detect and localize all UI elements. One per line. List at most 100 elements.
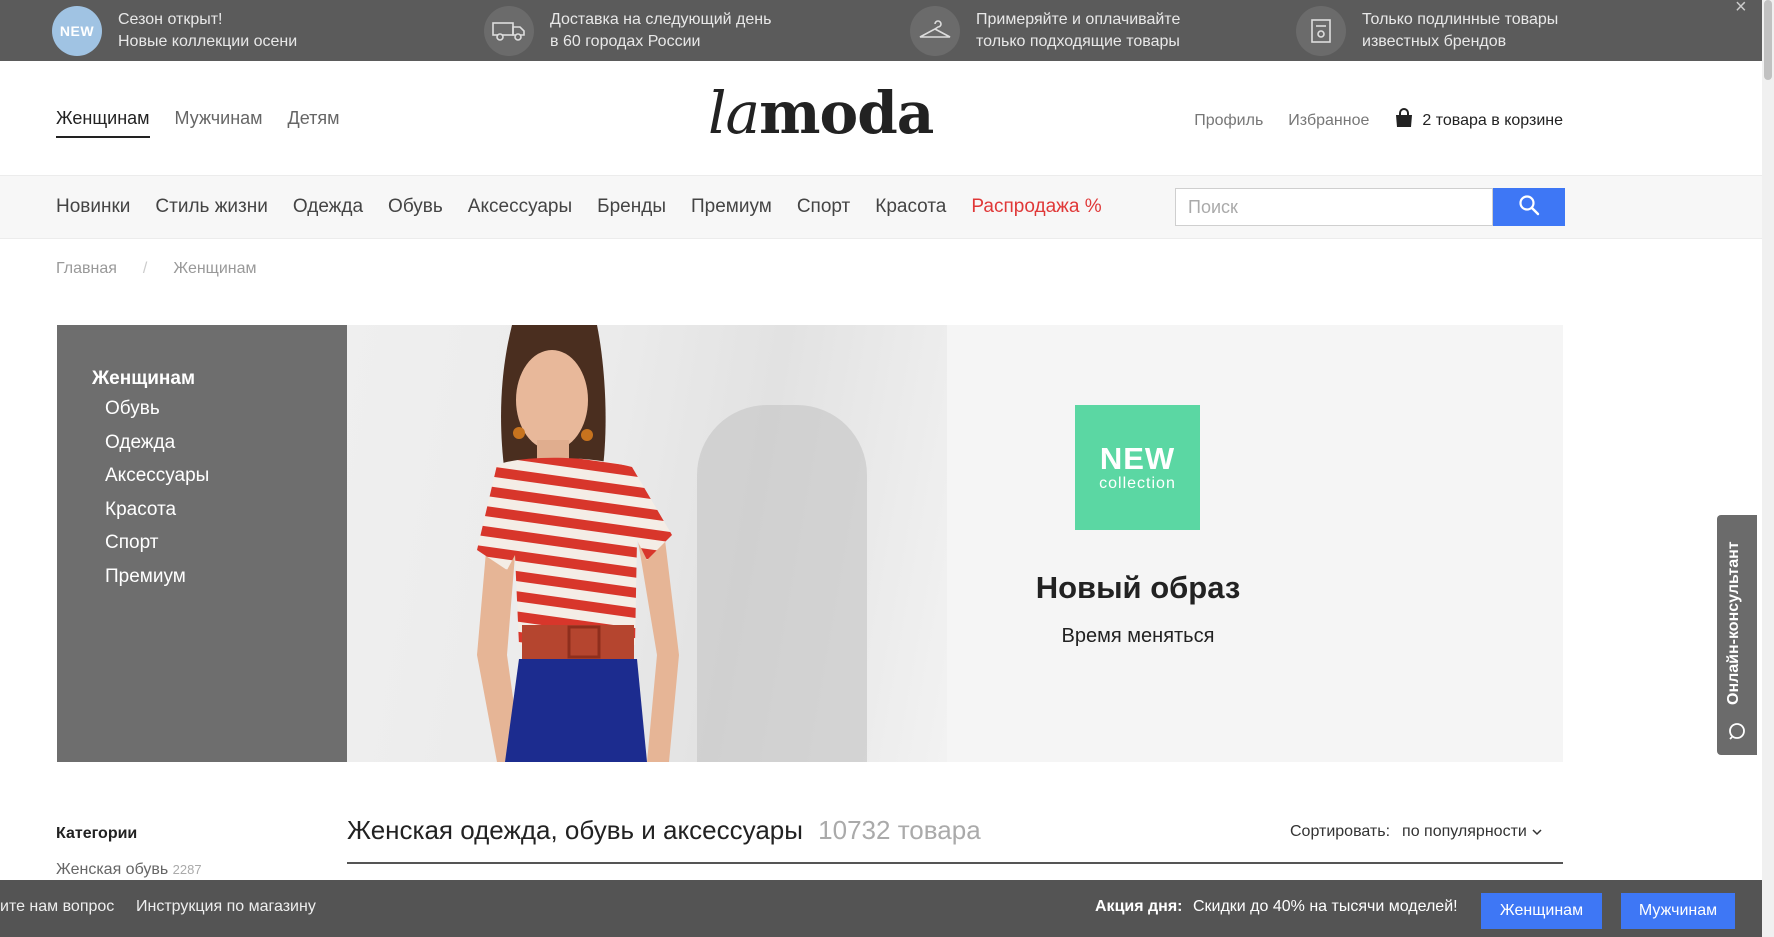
- hero-title: Новый образ: [1035, 570, 1241, 605]
- sort-label: Сортировать:: [1290, 823, 1391, 840]
- user-nav: Профиль Избранное 2 товара в корзине: [1194, 108, 1563, 133]
- hero-menu-title[interactable]: Женщинам: [92, 368, 347, 390]
- favorites-link[interactable]: Избранное: [1288, 112, 1369, 130]
- promo-text: Доставка на следующий день в 60 городах …: [550, 9, 771, 53]
- hero-menu-sport[interactable]: Спорт: [105, 532, 347, 566]
- promo-line: Примеряйте и оплачивайте: [976, 10, 1181, 28]
- promo-line: Только подлинные товары: [1362, 10, 1559, 28]
- deal-label: Акция дня:: [1095, 898, 1183, 915]
- sort-value: по популярности: [1402, 823, 1527, 840]
- category-lifestyle[interactable]: Стиль жизни: [155, 196, 267, 218]
- listing-divider: [347, 862, 1563, 864]
- gender-tab-women[interactable]: Женщинам: [56, 108, 150, 138]
- search-icon: [1518, 194, 1540, 221]
- hero-banner: Женщинам Обувь Одежда Аксессуары Красота…: [57, 325, 1563, 762]
- cart-icon: [1394, 108, 1414, 133]
- new-badge: NEW: [52, 5, 102, 56]
- category-sport[interactable]: Спорт: [797, 196, 850, 218]
- tag-icon: [1296, 5, 1346, 56]
- category-nav: Новинки Стиль жизни Одежда Обувь Аксессу…: [0, 175, 1762, 239]
- gender-nav: Женщинам Мужчинам Детям: [56, 108, 340, 138]
- badge-collection-label: collection: [1099, 474, 1176, 492]
- badge-new-label: NEW: [1099, 440, 1176, 476]
- category-brands[interactable]: Бренды: [597, 196, 666, 218]
- breadcrumb: Главная / Женщинам: [56, 260, 257, 278]
- hero-menu-shoes[interactable]: Обувь: [105, 398, 347, 432]
- listing-title: Женская одежда, обувь и аксессуары 10732…: [347, 815, 981, 846]
- breadcrumb-home[interactable]: Главная: [56, 260, 117, 278]
- sort-control: Сортировать: по популярности: [1290, 823, 1542, 841]
- truck-icon: [484, 5, 534, 56]
- women-button[interactable]: Женщинам: [1481, 893, 1602, 929]
- promo-item-delivery[interactable]: Доставка на следующий день в 60 городах …: [484, 0, 771, 61]
- model-illustration: [477, 325, 679, 762]
- sidebar-title: Категории: [56, 825, 138, 842]
- category-sale[interactable]: Распродажа %: [971, 196, 1101, 218]
- promo-bar: NEW Сезон открыт! Новые коллекции осени …: [0, 0, 1762, 61]
- hero-menu-clothes[interactable]: Одежда: [105, 432, 347, 466]
- promo-text: Только подлинные товары известных брендо…: [1362, 9, 1558, 53]
- breadcrumb-current[interactable]: Женщинам: [173, 260, 256, 278]
- promo-line: в 60 городах России: [550, 32, 701, 50]
- close-icon[interactable]: ×: [1735, 0, 1747, 17]
- search-input[interactable]: [1175, 188, 1493, 226]
- bottom-bar: ите нам вопрос Инструкция по магазину Ак…: [0, 880, 1762, 937]
- promo-line: только подходящие товары: [976, 32, 1180, 50]
- store-guide-link[interactable]: Инструкция по магазину: [136, 898, 316, 916]
- hero-menu-premium[interactable]: Премиум: [105, 566, 347, 600]
- cart-label: 2 товара в корзине: [1422, 111, 1563, 129]
- logo[interactable]: lamoda: [708, 79, 934, 147]
- cart-link[interactable]: 2 товара в корзине: [1394, 108, 1563, 133]
- promo-line: Сезон открыт!: [118, 10, 223, 28]
- deal-of-day: Акция дня: Скидки до 40% на тысячи модел…: [1095, 898, 1458, 916]
- promo-line: известных брендов: [1362, 32, 1507, 50]
- category-beauty[interactable]: Красота: [875, 196, 946, 218]
- ask-question-link[interactable]: ите нам вопрос: [0, 898, 114, 916]
- consultant-label: Онлайн-консультант: [1725, 541, 1742, 705]
- hero-menu-accessories[interactable]: Аксессуары: [105, 465, 347, 499]
- chevron-down-icon: [1532, 823, 1542, 841]
- scrollbar[interactable]: [1762, 0, 1774, 937]
- deal-text: Скидки до 40% на тысячи моделей!: [1192, 898, 1458, 915]
- search-form: [1175, 188, 1565, 226]
- chat-icon: [1728, 722, 1746, 745]
- category-clothes[interactable]: Одежда: [293, 196, 363, 218]
- breadcrumb-separator: /: [142, 260, 148, 277]
- logo-moda: moda: [759, 79, 934, 147]
- hero-menu: Женщинам Обувь Одежда Аксессуары Красота…: [57, 325, 347, 762]
- new-collection-badge: NEW collection: [1075, 405, 1200, 530]
- hero-menu-beauty[interactable]: Красота: [105, 499, 347, 533]
- listing-count: 10732 товара: [818, 815, 981, 845]
- promo-item-authentic[interactable]: Только подлинные товары известных брендо…: [1296, 0, 1558, 61]
- promo-item-new-season[interactable]: NEW Сезон открыт! Новые коллекции осени: [52, 0, 297, 61]
- sidebar-item-count: 2287: [172, 862, 202, 877]
- category-list: Новинки Стиль жизни Одежда Обувь Аксессу…: [56, 196, 1102, 218]
- hanger-icon: [910, 5, 960, 56]
- promo-line: Доставка на следующий день: [550, 10, 772, 28]
- category-accessories[interactable]: Аксессуары: [468, 196, 572, 218]
- category-shoes[interactable]: Обувь: [388, 196, 443, 218]
- promo-item-fitting[interactable]: Примеряйте и оплачивайте только подходящ…: [910, 0, 1180, 61]
- sidebar-item-womens-shoes[interactable]: Женская обувь 2287: [56, 861, 202, 879]
- profile-link[interactable]: Профиль: [1194, 112, 1263, 130]
- promo-text: Сезон открыт! Новые коллекции осени: [118, 9, 297, 53]
- men-button[interactable]: Мужчинам: [1621, 893, 1735, 929]
- online-consultant-tab[interactable]: Онлайн-консультант: [1717, 515, 1757, 755]
- category-premium[interactable]: Премиум: [691, 196, 772, 218]
- scrollbar-thumb[interactable]: [1764, 0, 1772, 80]
- hero-model-image[interactable]: [347, 325, 947, 762]
- sort-dropdown[interactable]: по популярности: [1402, 823, 1542, 841]
- header: Женщинам Мужчинам Детям lamoda Профиль И…: [0, 61, 1762, 175]
- sidebar-item-label: Женская обувь: [56, 861, 169, 878]
- page: NEW Сезон открыт! Новые коллекции осени …: [0, 0, 1774, 937]
- gender-tab-kids[interactable]: Детям: [288, 108, 340, 138]
- gender-tab-men[interactable]: Мужчинам: [175, 108, 263, 138]
- category-new[interactable]: Новинки: [56, 196, 130, 218]
- hero-content: NEW collection Новый образ Время менятьс…: [947, 325, 1563, 762]
- search-button[interactable]: [1493, 188, 1565, 226]
- promo-line: Новые коллекции осени: [118, 32, 298, 50]
- promo-text: Примеряйте и оплачивайте только подходящ…: [976, 9, 1180, 53]
- listing-title-text: Женская одежда, обувь и аксессуары: [347, 815, 803, 845]
- hero-subtitle: Время меняться: [1061, 625, 1215, 647]
- logo-la: la: [708, 79, 760, 147]
